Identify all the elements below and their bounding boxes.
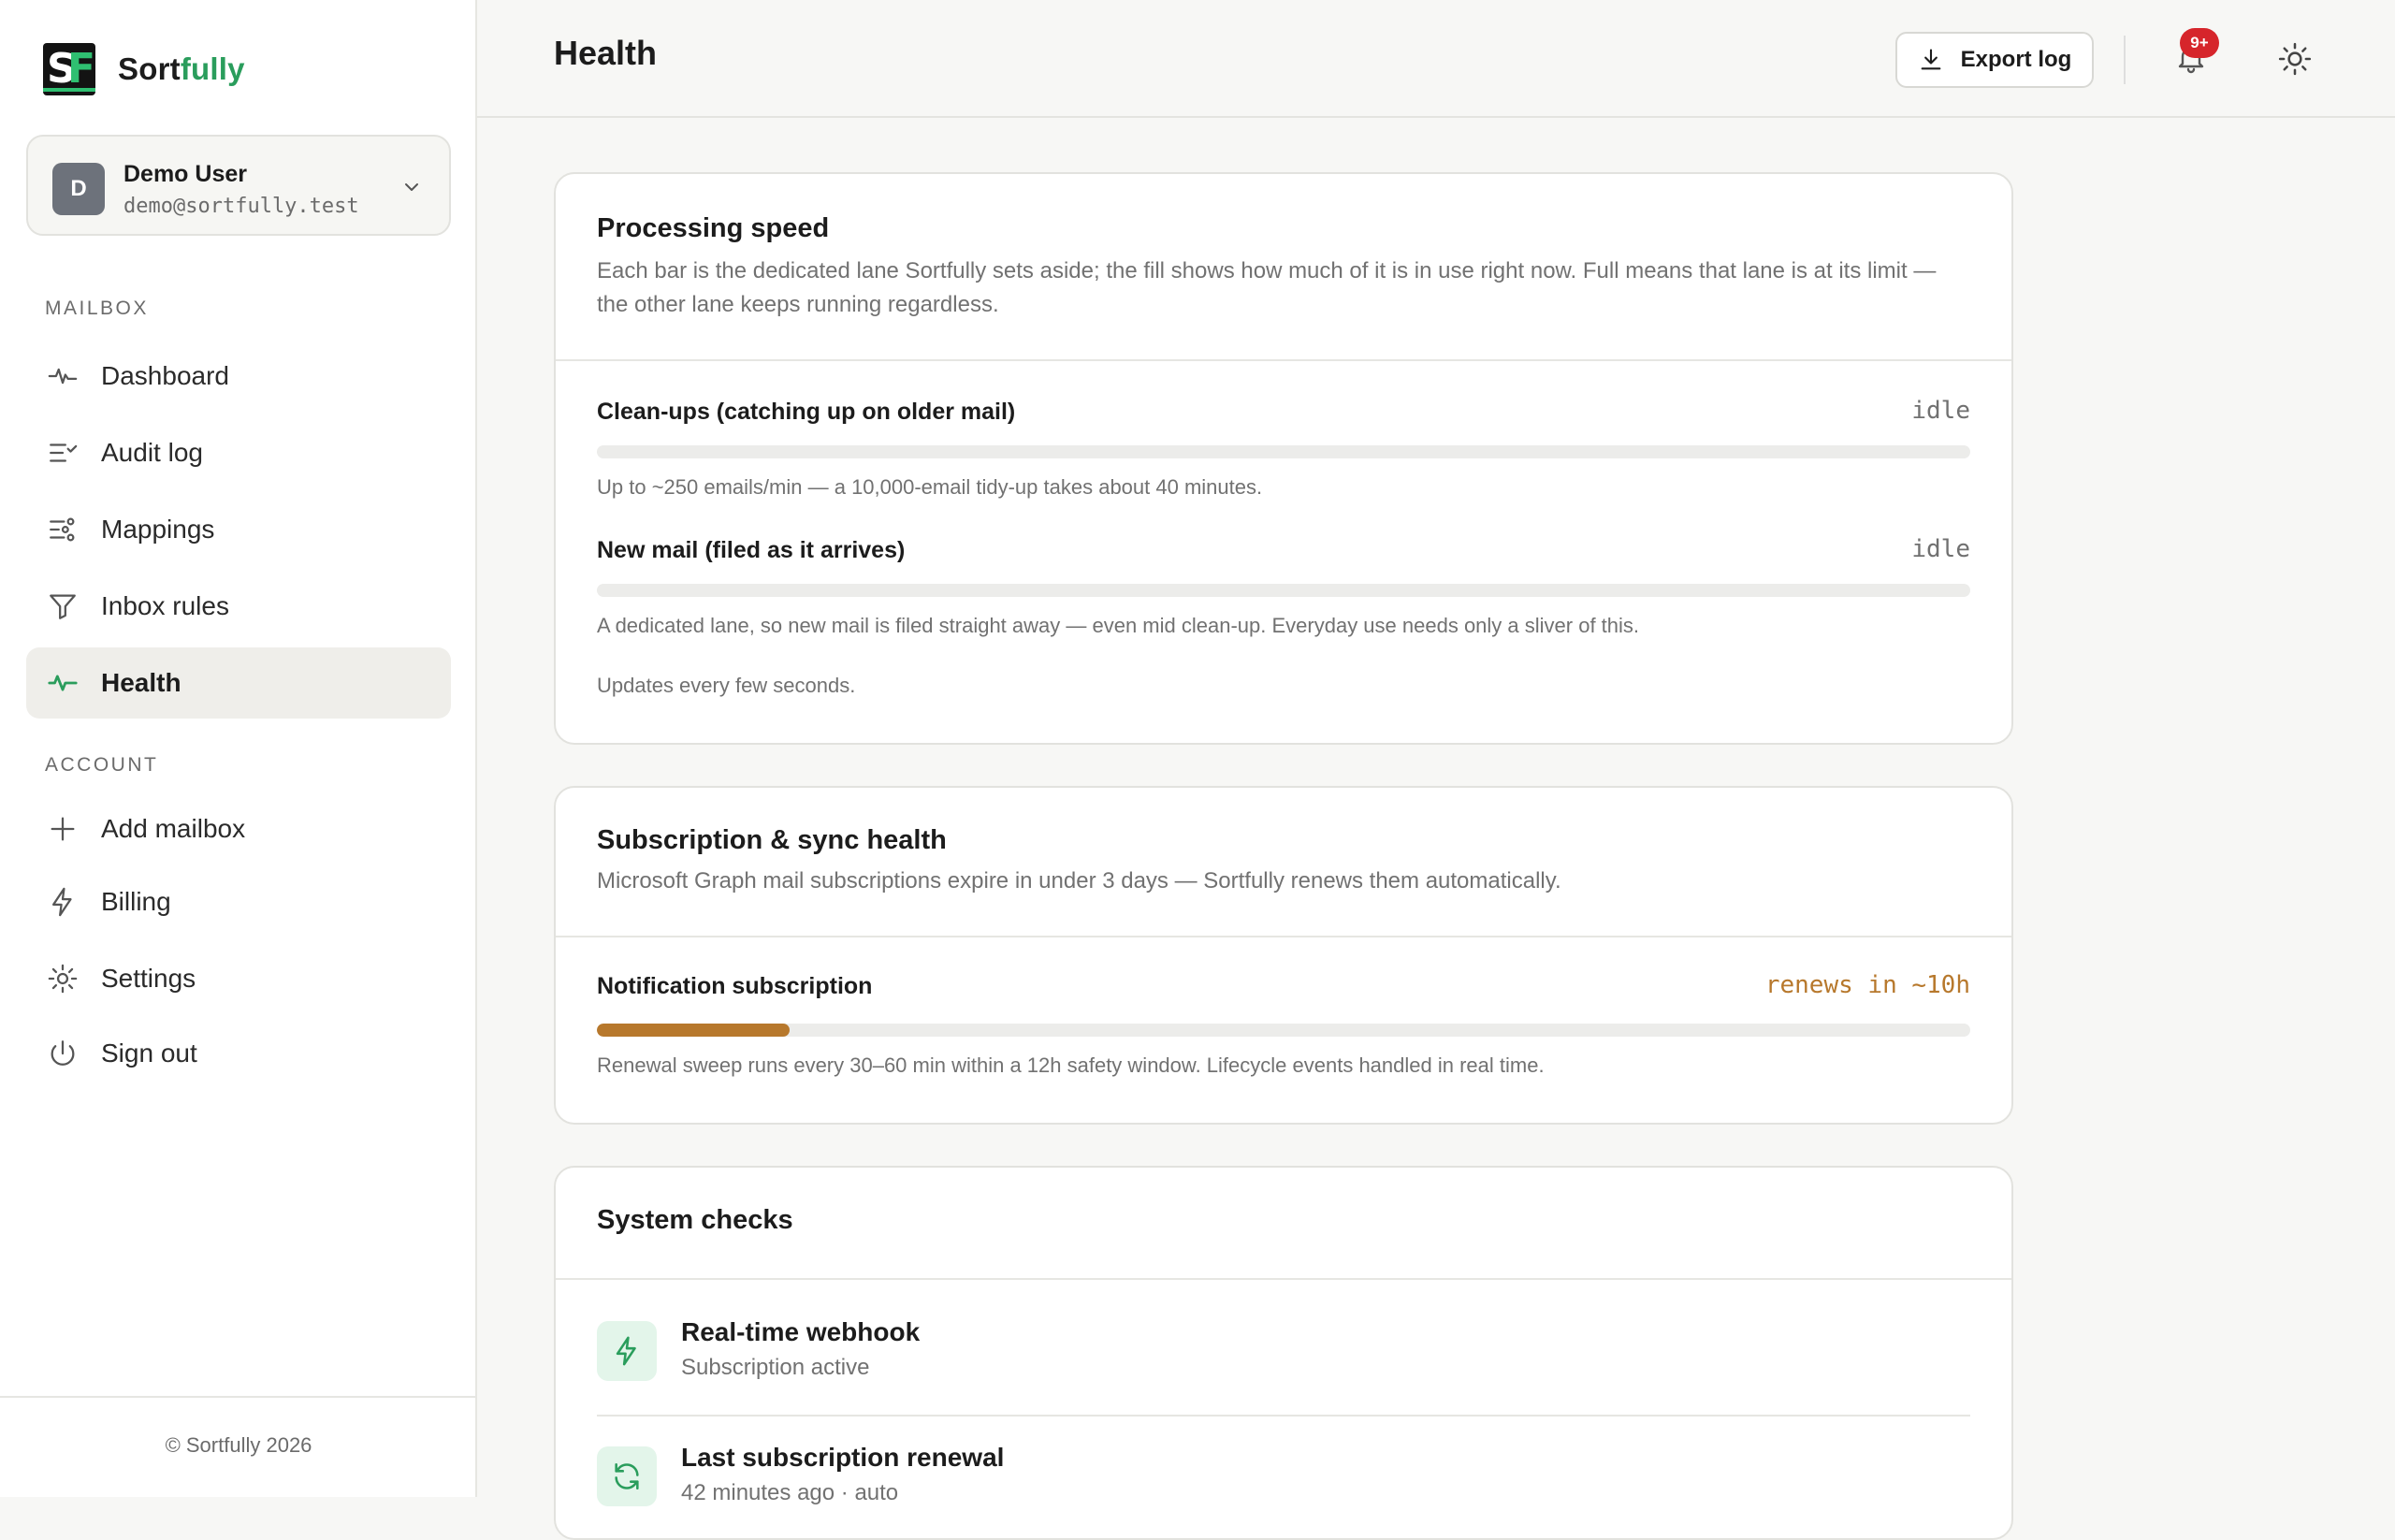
sidebar-item-label: Audit log <box>101 438 203 467</box>
sidebar-item-label: Settings <box>101 964 196 993</box>
brand[interactable]: S F Sortfully <box>43 43 245 95</box>
check-icon-renewal <box>597 1446 657 1506</box>
export-log-button[interactable]: Export log <box>1895 32 2094 88</box>
sidebar: S F Sortfully D Demo User demo@sortfully… <box>0 0 477 1497</box>
brand-name-part2: fully <box>180 51 245 86</box>
subscription-progress-fill <box>597 1024 790 1037</box>
user-email: demo@sortfully.test <box>123 195 359 218</box>
account-switcher[interactable]: D Demo User demo@sortfully.test <box>26 135 451 236</box>
sidebar-item-label: Health <box>101 668 181 697</box>
sidebar-item-label: Billing <box>101 887 171 916</box>
export-log-label: Export log <box>1960 47 2072 72</box>
subscription-health-card: Subscription & sync health Microsoft Gra… <box>554 786 2013 1125</box>
sidebar-item-add-mailbox[interactable]: Add mailbox <box>26 793 451 864</box>
subscription-row-label: Notification subscription <box>597 973 873 999</box>
sidebar-item-health[interactable]: Health <box>26 647 451 719</box>
sliders-icon <box>50 517 75 542</box>
check-divider <box>597 1415 1970 1417</box>
header-divider <box>2124 36 2126 84</box>
bolt-icon <box>616 1336 636 1366</box>
logo-letter-f: F <box>67 45 95 93</box>
lane-track-new-mail <box>597 584 1970 597</box>
sidebar-item-billing[interactable]: Billing <box>26 866 451 937</box>
lane-track-cleanups <box>597 445 1970 458</box>
lane-label-cleanups: Clean-ups (catching up on older mail) <box>597 399 1016 425</box>
sidebar-item-label: Dashboard <box>101 361 229 390</box>
download-icon <box>1921 49 1941 70</box>
activity-icon <box>48 368 78 385</box>
lane-label-new-mail: New mail (filed as it arrives) <box>597 537 906 563</box>
check-subtitle: Subscription active <box>681 1355 870 1380</box>
theme-toggle-sun-icon[interactable] <box>2277 41 2313 77</box>
sidebar-item-label: Add mailbox <box>101 814 246 843</box>
bolt-icon <box>51 887 72 917</box>
section-label-account: ACCOUNT <box>45 754 159 776</box>
update-frequency-note: Updates every few seconds. <box>597 674 856 697</box>
copyright: © Sortfully 2026 <box>165 1433 312 1457</box>
filter-icon <box>50 594 76 619</box>
processing-speed-card: Processing speed Each bar is the dedicat… <box>554 172 2013 745</box>
card-divider <box>556 1278 2011 1280</box>
check-title: Last subscription renewal <box>681 1443 1005 1472</box>
brand-name-part1: Sort <box>118 51 181 86</box>
chevron-down-icon <box>405 183 418 191</box>
check-subtitle: 42 minutes ago · auto <box>681 1480 899 1505</box>
sidebar-item-inbox-rules[interactable]: Inbox rules <box>26 571 451 642</box>
logo: S F <box>43 43 95 95</box>
card-divider <box>556 936 2011 937</box>
list-check-icon <box>50 443 78 462</box>
sidebar-item-label: Inbox rules <box>101 591 229 620</box>
sidebar-item-sign-out[interactable]: Sign out <box>26 1018 451 1089</box>
subscription-row-status: renews in ~10h <box>1764 971 1970 999</box>
card-title: Subscription & sync health <box>597 825 947 855</box>
card-title: Processing speed <box>597 213 830 243</box>
section-label-mailbox: MAILBOX <box>45 298 149 319</box>
top-bar: Health Export log 9+ <box>477 0 2395 118</box>
sidebar-item-settings[interactable]: Settings <box>26 943 451 1014</box>
card-description: Microsoft Graph mail subscriptions expir… <box>597 868 1561 893</box>
sidebar-item-label: Sign out <box>101 1039 197 1068</box>
gear-icon <box>48 964 78 994</box>
lane-note-new-mail: A dedicated lane, so new mail is filed s… <box>597 614 1640 637</box>
card-description: Each bar is the dedicated lane Sortfully… <box>597 258 1937 317</box>
power-icon <box>51 1040 75 1066</box>
plus-icon <box>51 817 75 841</box>
user-name: Demo User <box>123 161 247 187</box>
lane-note-cleanups: Up to ~250 emails/min — a 10,000-email t… <box>597 475 1263 499</box>
lane-status-new-mail: idle <box>1911 535 1970 563</box>
sidebar-item-mappings[interactable]: Mappings <box>26 494 451 565</box>
brand-name: Sortfully <box>118 51 245 87</box>
refresh-icon <box>615 1462 639 1490</box>
pulse-icon <box>48 675 78 691</box>
system-checks-card: System checks Real-time webhook Subscrip… <box>554 1166 2013 1540</box>
sidebar-item-dashboard[interactable]: Dashboard <box>26 341 451 412</box>
avatar: D <box>52 163 105 215</box>
subscription-track <box>597 1024 1970 1037</box>
sidebar-footer-divider <box>0 1396 475 1398</box>
card-divider <box>556 359 2011 361</box>
subscription-note: Renewal sweep runs every 30–60 min withi… <box>597 1053 1545 1077</box>
card-title: System checks <box>597 1205 793 1235</box>
logo-underline <box>43 88 95 92</box>
sidebar-item-audit-log[interactable]: Audit log <box>26 417 451 488</box>
sidebar-item-label: Mappings <box>101 515 215 544</box>
lane-status-cleanups: idle <box>1911 397 1970 425</box>
page-title: Health <box>554 34 658 72</box>
check-title: Real-time webhook <box>681 1317 921 1346</box>
check-icon-webhook <box>597 1321 657 1381</box>
notification-badge: 9+ <box>2180 28 2219 58</box>
